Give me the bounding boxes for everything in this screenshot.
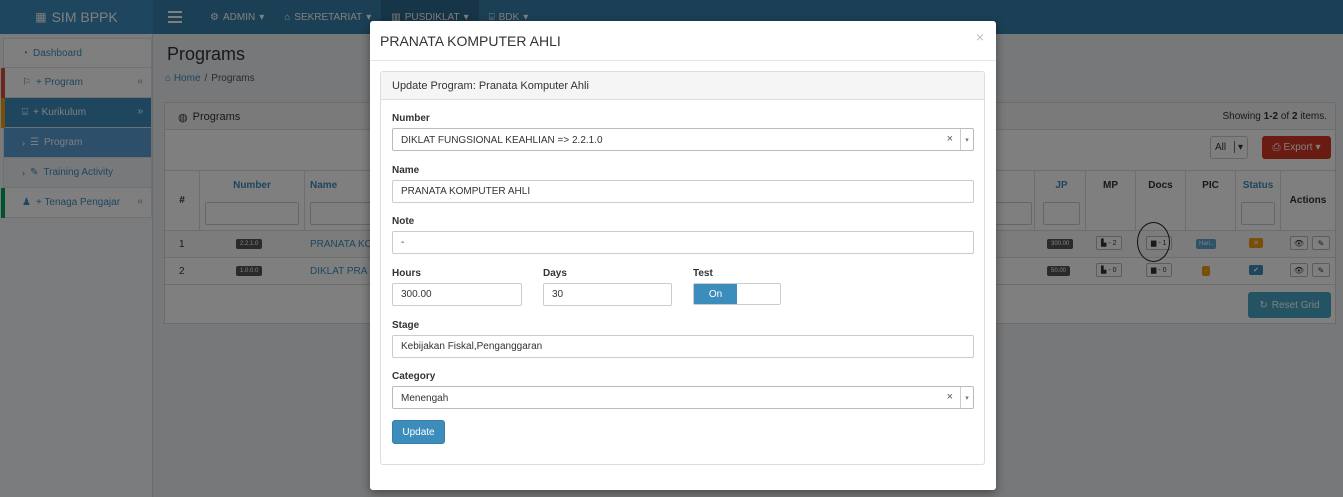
update-button[interactable]: Update bbox=[392, 420, 445, 444]
note-field[interactable]: - bbox=[392, 231, 974, 254]
hours-field[interactable]: 300.00 bbox=[392, 283, 522, 306]
close-icon[interactable]: × bbox=[976, 29, 984, 45]
update-program-panel: Update Program: Pranata Komputer Ahli Nu… bbox=[380, 71, 985, 465]
note-label: Note bbox=[392, 216, 415, 227]
category-select-value: Menengah bbox=[401, 393, 449, 404]
name-field[interactable]: PRANATA KOMPUTER AHLI bbox=[392, 180, 974, 203]
clear-icon[interactable]: × bbox=[947, 391, 953, 403]
stage-field[interactable]: Kebijakan Fiskal,Penganggaran bbox=[392, 335, 974, 358]
days-field[interactable]: 30 bbox=[543, 283, 672, 306]
test-toggle[interactable]: On bbox=[693, 283, 781, 305]
chevron-down-icon[interactable]: ▾ bbox=[960, 129, 973, 150]
chevron-down-icon[interactable]: ▾ bbox=[960, 387, 973, 408]
panel-title: Update Program: Pranata Komputer Ahli bbox=[392, 80, 589, 92]
category-label: Category bbox=[392, 371, 436, 382]
clear-icon[interactable]: × bbox=[947, 133, 953, 145]
hours-label: Hours bbox=[392, 268, 421, 279]
days-label: Days bbox=[543, 268, 567, 279]
update-program-modal: PRANATA KOMPUTER AHLI × Update Program: … bbox=[370, 21, 996, 490]
test-label: Test bbox=[693, 268, 713, 279]
toggle-on-label: On bbox=[694, 284, 737, 304]
modal-title: PRANATA KOMPUTER AHLI bbox=[380, 33, 561, 49]
panel-header: Update Program: Pranata Komputer Ahli bbox=[381, 72, 984, 100]
number-label: Number bbox=[392, 113, 430, 124]
modal-divider bbox=[370, 60, 996, 61]
stage-label: Stage bbox=[392, 320, 420, 331]
name-label: Name bbox=[392, 165, 420, 176]
category-select[interactable]: Menengah × ▾ bbox=[392, 386, 974, 409]
number-select[interactable]: DIKLAT FUNGSIONAL KEAHLIAN => 2.2.1.0 × … bbox=[392, 128, 974, 151]
number-select-value: DIKLAT FUNGSIONAL KEAHLIAN => 2.2.1.0 bbox=[401, 135, 603, 146]
